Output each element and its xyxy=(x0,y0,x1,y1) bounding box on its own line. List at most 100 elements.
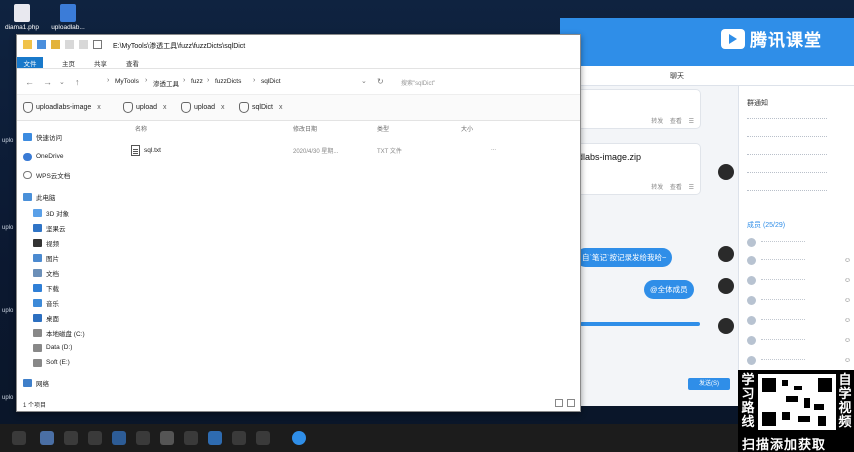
tab-chat[interactable]: 聊天 xyxy=(670,71,684,81)
taskbar-app-icon[interactable] xyxy=(292,431,306,445)
desktop-icon-zip[interactable]: uploadlab... xyxy=(48,4,88,31)
nav-network[interactable]: 网络 xyxy=(23,377,49,388)
taskbar-app-icon[interactable] xyxy=(256,431,270,445)
nav-3d-objects[interactable]: 3D 对象 xyxy=(33,207,69,218)
breadcrumb[interactable]: sqlDict xyxy=(261,78,281,85)
details-view-icon[interactable] xyxy=(555,399,563,407)
close-icon[interactable]: x xyxy=(163,104,167,111)
nav-drive-e[interactable]: Soft (E:) xyxy=(33,357,70,368)
forward-link[interactable]: 转发 xyxy=(651,119,663,125)
notice-line xyxy=(747,172,827,176)
taskbar-app-icon[interactable] xyxy=(160,431,174,445)
large-icons-view-icon[interactable] xyxy=(567,399,575,407)
chevron-down-icon[interactable]: ⌄ xyxy=(361,77,367,85)
message-bubble: 转发 查看 ☰ xyxy=(560,90,700,128)
redo-icon[interactable] xyxy=(79,40,88,49)
member-row[interactable]: ☺ xyxy=(747,256,851,265)
folder-tab[interactable]: upload x xyxy=(123,102,167,113)
address-bar[interactable]: › MyTools › 渗透工具 › fuzz › fuzzDicts › sq… xyxy=(107,75,357,89)
nav-nutstore[interactable]: 坚果云 xyxy=(33,222,66,233)
column-header-name[interactable]: 名称 xyxy=(135,124,147,133)
column-header-date[interactable]: 修改日期 xyxy=(293,124,317,133)
properties-icon[interactable] xyxy=(37,40,46,49)
tab-view[interactable]: 查看 xyxy=(121,57,144,68)
nav-downloads[interactable]: 下载 xyxy=(33,282,59,293)
nav-this-pc[interactable]: 此电脑 xyxy=(23,191,56,202)
avatar[interactable] xyxy=(718,318,734,334)
tab-file[interactable]: 文件 xyxy=(17,57,43,68)
member-row[interactable]: ☺ xyxy=(747,316,851,325)
breadcrumb[interactable]: fuzz xyxy=(191,78,203,85)
recent-locations-icon[interactable]: ⌄ xyxy=(59,78,65,86)
breadcrumb[interactable]: MyTools xyxy=(115,78,139,85)
close-icon[interactable]: x xyxy=(279,104,283,111)
file-row[interactable]: sql.txt 2020/4/30 星期... TXT 文件 ... xyxy=(131,143,531,157)
folder-tab-active[interactable]: sqlDict x xyxy=(239,102,283,113)
desktop-label[interactable]: uplo xyxy=(2,395,13,401)
folder-tab[interactable]: upload x xyxy=(181,102,225,113)
menu-icon[interactable]: ☰ xyxy=(689,119,694,125)
back-icon[interactable]: ← xyxy=(25,77,34,87)
nav-documents[interactable]: 文档 xyxy=(33,267,59,278)
nav-desktop[interactable]: 桌面 xyxy=(33,312,59,323)
forward-icon[interactable]: → xyxy=(43,77,52,87)
folder-tabs: uploadlabs-image x upload x upload x sql… xyxy=(17,95,580,121)
breadcrumb[interactable]: fuzzDicts xyxy=(215,78,241,85)
desktop-icon xyxy=(33,313,42,322)
nav-label: Data (D:) xyxy=(46,344,73,351)
column-header-type[interactable]: 类型 xyxy=(377,124,389,133)
close-icon[interactable]: x xyxy=(97,104,101,111)
taskbar-app-icon[interactable] xyxy=(232,431,246,445)
desktop-label[interactable]: uplo xyxy=(2,138,13,144)
close-icon[interactable]: x xyxy=(221,104,225,111)
brand: 腾讯课堂 xyxy=(721,26,822,51)
undo-icon[interactable] xyxy=(65,40,74,49)
avatar[interactable] xyxy=(718,164,734,180)
desktop-label[interactable]: uplo xyxy=(2,225,13,231)
send-button[interactable]: 发送(S) xyxy=(688,378,730,390)
avatar[interactable] xyxy=(718,278,734,294)
tab-home[interactable]: 主页 xyxy=(57,57,80,68)
column-header-size[interactable]: 大小 xyxy=(461,124,473,133)
desktop-label[interactable]: uplo xyxy=(2,308,13,314)
up-icon[interactable]: ↑ xyxy=(75,77,80,87)
taskbar-app-icon[interactable] xyxy=(184,431,198,445)
customize-icon[interactable] xyxy=(93,40,102,49)
member-row[interactable]: ☺ xyxy=(747,276,851,285)
taskbar-app-icon[interactable] xyxy=(88,431,102,445)
chevron-right-icon: › xyxy=(207,77,210,84)
start-icon[interactable] xyxy=(12,431,26,445)
member-row[interactable]: ☺ xyxy=(747,296,851,305)
member-row[interactable] xyxy=(747,238,851,247)
file-message-bubble[interactable]: dlabs-image.zip 转发 查看 ☰ xyxy=(560,144,700,194)
member-name xyxy=(761,319,805,322)
new-folder-icon[interactable] xyxy=(51,40,60,49)
folder-tab[interactable]: uploadlabs-image x xyxy=(23,102,101,113)
nav-quick-access[interactable]: 快速访问 xyxy=(23,131,62,142)
member-row[interactable]: ☺ xyxy=(747,336,851,345)
taskbar-app-icon[interactable] xyxy=(112,431,126,445)
nav-onedrive[interactable]: OneDrive xyxy=(23,151,63,162)
nav-music[interactable]: 音乐 xyxy=(33,297,59,308)
member-name xyxy=(761,259,805,262)
menu-icon[interactable]: ☰ xyxy=(689,185,694,191)
nav-drive-d[interactable]: Data (D:) xyxy=(33,342,72,353)
forward-link[interactable]: 转发 xyxy=(651,185,663,191)
taskbar-app-icon[interactable] xyxy=(208,431,222,445)
search-input[interactable]: 搜索"sqlDict" xyxy=(395,75,485,89)
member-row[interactable]: ☺ xyxy=(747,356,851,365)
desktop-icon-php-file[interactable]: diama1.php xyxy=(2,4,42,31)
avatar[interactable] xyxy=(718,246,734,262)
refresh-icon[interactable]: ↻ xyxy=(377,77,384,86)
view-link[interactable]: 查看 xyxy=(670,119,682,125)
taskbar-app-icon[interactable] xyxy=(136,431,150,445)
tab-share[interactable]: 共享 xyxy=(89,57,112,68)
taskbar-app-icon[interactable] xyxy=(64,431,78,445)
nav-pictures[interactable]: 图片 xyxy=(33,252,59,263)
view-link[interactable]: 查看 xyxy=(670,185,682,191)
nav-drive-c[interactable]: 本地磁盘 (C:) xyxy=(33,327,85,338)
nav-wps[interactable]: WPS云文档 xyxy=(23,169,70,180)
taskbar-app-icon[interactable] xyxy=(40,431,54,445)
nav-videos[interactable]: 视频 xyxy=(33,237,59,248)
breadcrumb[interactable]: 渗透工具 xyxy=(153,78,179,88)
